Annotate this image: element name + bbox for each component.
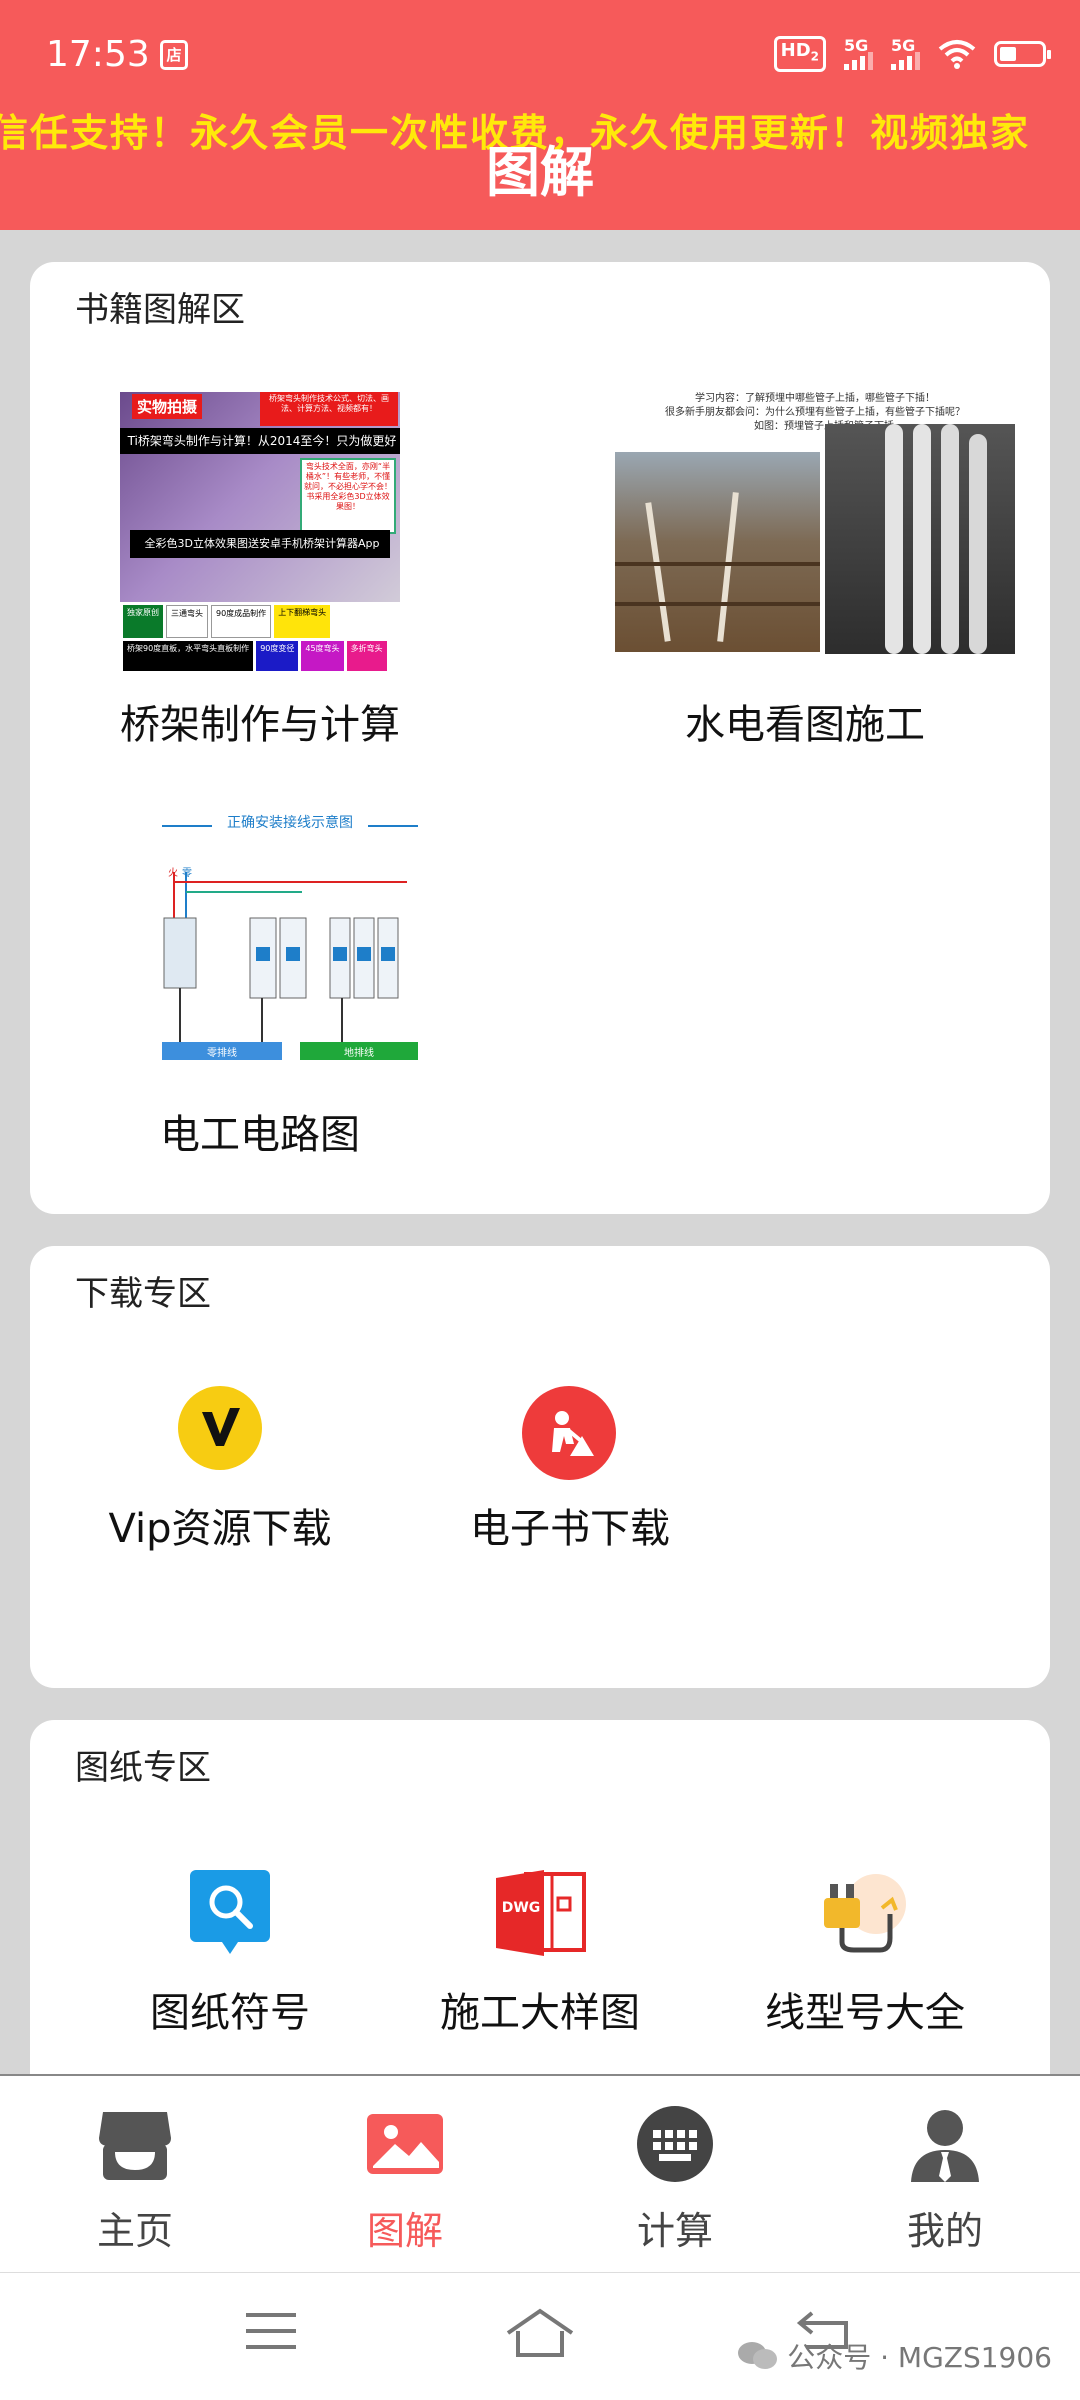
- signal-icon: 5G: [844, 36, 873, 70]
- vip-download-label: Vip资源下载: [108, 1506, 332, 1552]
- user-icon: [911, 2110, 979, 2182]
- nav-item-calculate[interactable]: 计算: [575, 2104, 775, 2264]
- keyboard-icon: [637, 2106, 713, 2182]
- thumb-banner: 桥架弯头制作技术公式、切法、画法、计算方法、视频都有！: [260, 392, 398, 426]
- plug-icon: [820, 1870, 910, 1956]
- thumb-line1: Ti桥架弯头制作与计算！从2014至今！只为做更好: [120, 428, 400, 454]
- section-title: 图纸专区: [75, 1748, 211, 1788]
- drawing-symbols-label: 图纸符号: [150, 1990, 310, 2036]
- page-title: 图解: [486, 141, 594, 204]
- dwg-icon: DWG: [496, 1870, 588, 1956]
- nav-label: 主页: [96, 2209, 173, 2253]
- vip-icon: [178, 1386, 262, 1470]
- rebar-photo: [615, 452, 820, 652]
- download-section-card: 下载专区 Vip资源下载 电子书下载: [30, 1246, 1050, 1688]
- wifi-icon: [938, 39, 976, 69]
- store-notification-icon: 店: [160, 40, 188, 70]
- vip-download-item[interactable]: Vip资源下载: [70, 1376, 370, 1576]
- bar1-label: 零排线: [207, 1048, 237, 1059]
- ebook-download-item[interactable]: 电子书下载: [420, 1376, 720, 1576]
- worker-icon: [522, 1386, 616, 1480]
- home-icon[interactable]: [504, 2307, 576, 2361]
- dwg-icon-text: DWG: [501, 1900, 541, 1916]
- book-label: 桥架制作与计算: [120, 702, 400, 748]
- books-section-card: 书籍图解区 实物拍摄 桥架弯头制作技术公式、切法、画法、计算方法、视频都有！ T…: [30, 262, 1050, 1214]
- book-thumbnail: 正确安装接线示意图 火 零 零排线 地排线: [152, 802, 428, 1088]
- bottom-navigation: 主页 图解 计算 我的: [0, 2074, 1080, 2272]
- section-title: 书籍图解区: [75, 290, 245, 330]
- app-header: 17:53 店 HD2 5G 5G 信任支持！永久会员一次性收费，永久使用更新！…: [0, 0, 1080, 230]
- nav-item-home[interactable]: 主页: [35, 2104, 235, 2264]
- zero-label: 零: [182, 868, 192, 879]
- book-label: 电工电路图: [160, 1112, 360, 1158]
- thumb-line2: 全彩色3D立体效果图送安卓手机桥架计算器App: [130, 530, 390, 558]
- bar2-label: 地排线: [344, 1048, 374, 1059]
- hd-icon: HD2: [773, 36, 826, 72]
- search-doc-icon: [190, 1870, 270, 1956]
- wire-model-item[interactable]: 线型号大全: [720, 1870, 1010, 2070]
- wechat-icon: [738, 2342, 778, 2369]
- battery-icon: [994, 40, 1051, 67]
- book-item-plumbing[interactable]: 学习内容：了解预埋中哪些管子上插，哪些管子下插！ 很多新手朋友都会问：为什么预埋…: [580, 392, 1015, 752]
- watermark: 公众号 · MGZS1906: [737, 2336, 1052, 2376]
- nav-label: 我的: [906, 2209, 983, 2253]
- nav-item-profile[interactable]: 我的: [845, 2104, 1045, 2264]
- book-thumbnail: 实物拍摄 桥架弯头制作技术公式、切法、画法、计算方法、视频都有！ Ti桥架弯头制…: [120, 392, 400, 674]
- image-icon: [367, 2114, 443, 2174]
- book-thumbnail: 学习内容：了解预埋中哪些管子上插，哪些管子下插！ 很多新手朋友都会问：为什么预埋…: [615, 392, 1015, 674]
- book-item-bridge[interactable]: 实物拍摄 桥架弯头制作技术公式、切法、画法、计算方法、视频都有！ Ti桥架弯头制…: [90, 392, 430, 752]
- construction-detail-item[interactable]: DWG 施工大样图: [390, 1870, 690, 2070]
- thumb-chips: 独家原创 三通弯头 90度成品制作 上下翻梯弯头 桥架90度直板，水平弯头直板制…: [120, 602, 400, 674]
- book-label: 水电看图施工: [685, 702, 925, 748]
- nav-label: 图解: [366, 2209, 443, 2253]
- menu-icon[interactable]: [244, 2307, 298, 2357]
- nav-item-illustration[interactable]: 图解: [305, 2104, 505, 2264]
- store-icon: [99, 2112, 171, 2180]
- fire-label: 火: [168, 868, 178, 879]
- section-title: 下载专区: [75, 1274, 211, 1314]
- status-time: 17:53: [46, 34, 150, 75]
- thumb-tag: 实物拍摄: [132, 394, 203, 419]
- nav-label: 计算: [636, 2209, 713, 2253]
- book-item-circuit[interactable]: 正确安装接线示意图 火 零 零排线 地排线 电工电路图: [90, 802, 430, 1182]
- status-icons: HD2 5G 5G: [773, 36, 1051, 72]
- wire-model-label: 线型号大全: [765, 1990, 965, 2036]
- pipes-photo: [825, 424, 1015, 654]
- drawing-symbols-item[interactable]: 图纸符号: [90, 1870, 370, 2070]
- construction-detail-label: 施工大样图: [440, 1990, 640, 2036]
- thumb-note: 弯头技术全面，亦刚“半桶水”！有些老师，不懂就问，不必担心学不会！书采用全彩色3…: [300, 458, 396, 534]
- ebook-download-label: 电子书下载: [470, 1506, 670, 1552]
- signal-icon-2: 5G: [891, 36, 920, 70]
